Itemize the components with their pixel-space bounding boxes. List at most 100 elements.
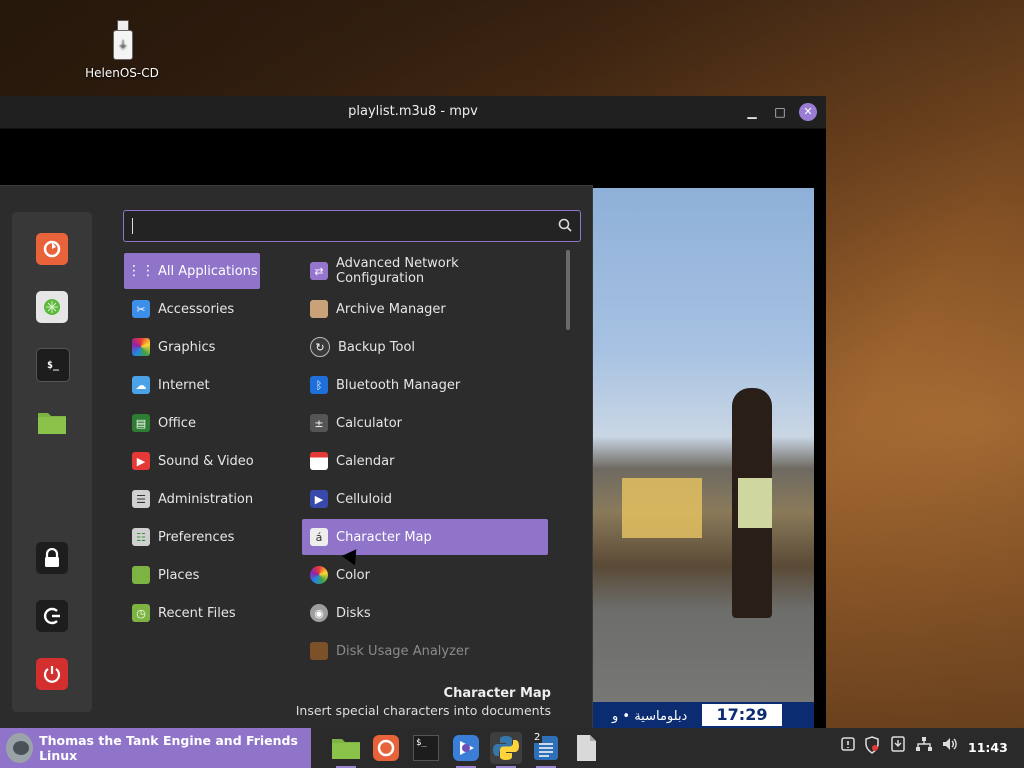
calculator-icon: ± — [310, 414, 328, 432]
app-label: Backup Tool — [338, 339, 416, 355]
network-icon[interactable] — [914, 736, 934, 760]
app-description-text: Insert special characters into documents — [295, 703, 551, 718]
notifications-icon[interactable] — [838, 736, 858, 760]
search-icon — [558, 218, 572, 232]
minimize-button[interactable]: ▁ — [743, 103, 761, 121]
menu-button-label: Thomas the Tank Engine and Friends Linux — [39, 733, 298, 763]
category-places[interactable]: Places — [124, 557, 260, 593]
category-label: Internet — [158, 377, 210, 393]
app-disks[interactable]: ◉ Disks — [302, 595, 548, 631]
maximize-button[interactable]: □ — [771, 103, 789, 121]
clock[interactable]: 11:43 — [968, 740, 1008, 755]
category-administration[interactable]: ☰ Administration — [124, 481, 260, 517]
desktop-icon-helenos-cd[interactable]: ⏚ HelenOS-CD — [84, 20, 160, 80]
taskbar: Thomas the Tank Engine and Friends Linux… — [0, 728, 1024, 768]
category-all-applications[interactable]: ⋮⋮ All Applications — [124, 253, 260, 289]
app-advanced-network-configuration[interactable]: ⇄ Advanced Network Configuration — [302, 253, 548, 289]
power-icon[interactable] — [36, 658, 68, 690]
firefox-icon[interactable] — [36, 233, 68, 265]
category-label: Office — [158, 415, 196, 431]
python-icon — [493, 736, 519, 760]
app-label: Calculator — [336, 415, 403, 431]
category-preferences[interactable]: ☷ Preferences — [124, 519, 260, 555]
grid-icon: ⋮⋮ — [127, 263, 155, 279]
internet-icon: ☁ — [132, 376, 150, 394]
video-skirt — [738, 478, 772, 528]
taskbar-text-editor[interactable]: 2 — [530, 732, 562, 768]
category-sound-video[interactable]: ▶ Sound & Video — [124, 443, 260, 479]
taskbar-python[interactable] — [490, 732, 522, 768]
office-icon: ▤ — [132, 414, 150, 432]
menu-button[interactable]: Thomas the Tank Engine and Friends Linux — [0, 728, 311, 768]
category-label: Accessories — [158, 301, 235, 317]
disks-icon: ◉ — [310, 604, 328, 622]
taskbar-mpv[interactable] — [450, 732, 482, 768]
archive-icon — [310, 300, 328, 318]
category-graphics[interactable]: Graphics — [124, 329, 260, 365]
app-archive-manager[interactable]: Archive Manager — [302, 291, 548, 327]
app-disk-usage-analyzer[interactable]: Disk Usage Analyzer — [302, 633, 548, 669]
application-menu: $_ ⋮⋮ All Applications ✂ Accessories Gra… — [0, 185, 593, 730]
app-backup-tool[interactable]: ↻ Backup Tool — [302, 329, 548, 365]
app-description-title: Character Map — [443, 686, 551, 701]
network-manager-icon[interactable] — [36, 291, 68, 323]
favorites-sidebar — [12, 212, 92, 712]
category-label: Preferences — [158, 529, 235, 545]
update-manager-icon[interactable] — [888, 736, 908, 760]
category-label: Recent Files — [158, 605, 236, 621]
app-calculator[interactable]: ± Calculator — [302, 405, 548, 441]
app-bluetooth-manager[interactable]: ᛒ Bluetooth Manager — [302, 367, 548, 403]
bluetooth-icon: ᛒ — [310, 376, 328, 394]
taskbar-firefox[interactable] — [370, 732, 402, 764]
terminal-icon: $_ — [413, 735, 439, 761]
accessories-icon: ✂ — [132, 300, 150, 318]
calendar-icon — [310, 452, 328, 470]
category-label: Administration — [158, 491, 254, 507]
terminal-icon[interactable]: $_ — [36, 348, 70, 382]
volume-icon[interactable] — [940, 736, 960, 760]
disk-usage-icon — [310, 642, 328, 660]
graphics-icon — [132, 338, 150, 356]
shield-icon[interactable] — [862, 736, 882, 760]
network-config-icon: ⇄ — [310, 262, 328, 280]
firefox-icon — [373, 735, 399, 761]
usb-drive-icon: ⏚ — [111, 20, 133, 60]
app-label: Archive Manager — [336, 301, 446, 317]
app-label: Bluetooth Manager — [336, 377, 461, 393]
window-titlebar[interactable]: playlist.m3u8 - mpv ▁ □ ✕ — [0, 96, 826, 129]
category-label: All Applications — [158, 263, 258, 279]
category-recent-files[interactable]: ◷ Recent Files — [124, 595, 260, 631]
category-office[interactable]: ▤ Office — [124, 405, 260, 441]
taskbar-document[interactable] — [570, 732, 602, 764]
celluloid-icon: ▶ — [310, 490, 328, 508]
category-internet[interactable]: ☁ Internet — [124, 367, 260, 403]
app-label: Calendar — [336, 453, 395, 469]
category-accessories[interactable]: ✂ Accessories — [124, 291, 260, 327]
lock-screen-icon[interactable] — [36, 542, 68, 574]
category-label: Graphics — [158, 339, 216, 355]
app-label: Disks — [336, 605, 371, 621]
video-ticker-text: دبلوماسية • و — [612, 709, 688, 724]
search-input[interactable] — [123, 210, 581, 242]
video-ticker-time: 17:29 — [702, 704, 782, 726]
app-label: Advanced Network Configuration — [336, 256, 459, 286]
logout-icon[interactable] — [36, 600, 68, 632]
app-character-map[interactable]: á Character Map — [302, 519, 548, 555]
recent-files-icon: ◷ — [132, 604, 150, 622]
category-label: Sound & Video — [158, 453, 254, 469]
close-button[interactable]: ✕ — [799, 103, 817, 121]
backup-icon: ↻ — [310, 337, 330, 357]
administration-icon: ☰ — [132, 490, 150, 508]
window-count-badge: 2 — [532, 732, 543, 743]
app-celluloid[interactable]: ▶ Celluloid — [302, 481, 548, 517]
app-color[interactable]: Color — [302, 557, 548, 593]
app-label: Disk Usage Analyzer — [336, 643, 470, 659]
video-flag — [622, 478, 702, 538]
sound-video-icon: ▶ — [132, 452, 150, 470]
taskbar-terminal[interactable]: $_ — [410, 732, 442, 764]
taskbar-files[interactable] — [330, 732, 362, 768]
files-icon[interactable] — [36, 406, 68, 438]
apps-scrollbar[interactable] — [566, 250, 570, 330]
app-calendar[interactable]: Calendar — [302, 443, 548, 479]
video-frame[interactable]: دبلوماسية • و 17:29 — [592, 188, 814, 728]
